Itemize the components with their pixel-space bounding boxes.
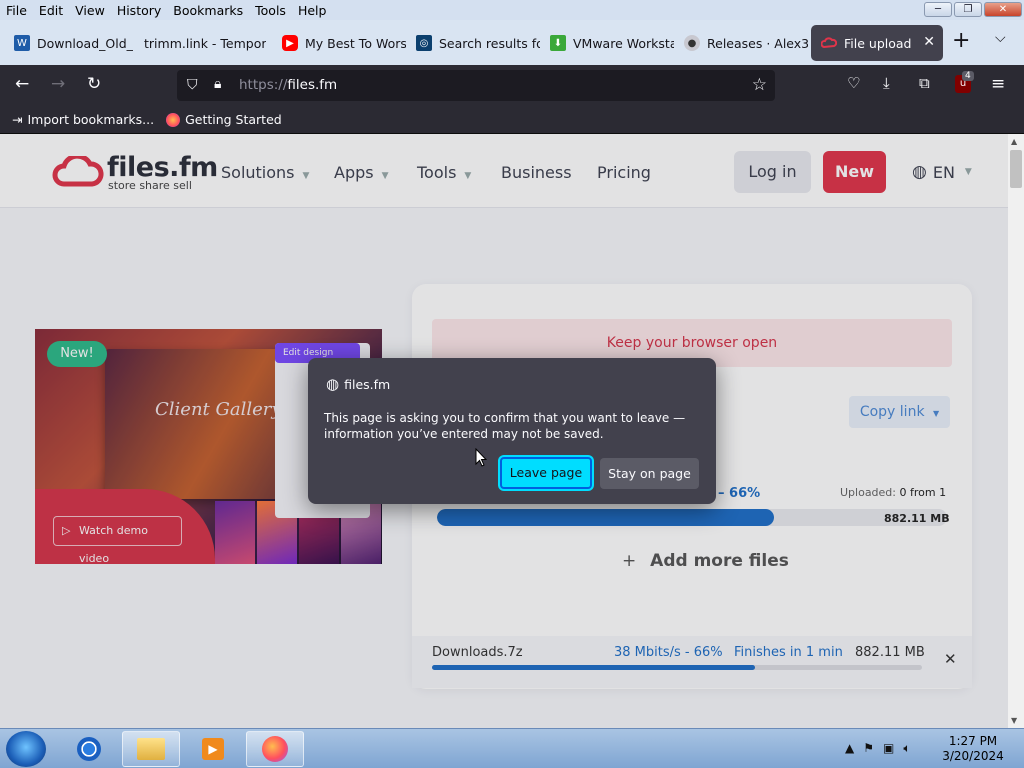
- stay-on-page-button[interactable]: Stay on page: [600, 458, 699, 489]
- url-bar[interactable]: ⛉ 🔒︎ https://files.fm ☆: [177, 70, 775, 101]
- bookmarks-toolbar: ⇥ Import bookmarks... Getting Started: [0, 106, 1024, 134]
- restore-button[interactable]: ❐: [954, 2, 982, 17]
- tab-search-results[interactable]: ◎ Search results for: [406, 25, 540, 61]
- forward-arrow-icon[interactable]: →: [51, 74, 65, 94]
- leave-page-dialog: ◍ files.fm This page is asking you to co…: [308, 358, 716, 504]
- menu-bar: File Edit View History Bookmarks Tools H…: [0, 0, 1024, 20]
- start-button-icon[interactable]: [6, 731, 46, 767]
- flag-icon[interactable]: ⚑: [863, 741, 874, 756]
- menu-history[interactable]: History: [111, 3, 167, 18]
- taskbar-media-player[interactable]: ▶: [184, 731, 242, 767]
- files-fm-cloud-icon: [821, 37, 837, 49]
- show-hidden-icons-icon[interactable]: ▲: [845, 741, 854, 756]
- taskbar-explorer[interactable]: [122, 731, 180, 767]
- close-tab-icon[interactable]: ✕: [923, 34, 935, 50]
- window-controls: ─ ❐ ✕: [924, 2, 1022, 17]
- network-icon[interactable]: ▣: [883, 741, 894, 756]
- tab-label: My Best To Worst: [305, 35, 406, 51]
- tab-file-upload[interactable]: File upload & ✕: [811, 25, 943, 61]
- word-doc-icon: W: [14, 35, 30, 51]
- mouse-cursor-icon: [475, 448, 487, 467]
- url-host: files.fm: [287, 77, 338, 93]
- clock-date: 3/20/2024: [942, 749, 1004, 763]
- windows-taskbar: ▶ ▲ ⚑ ▣ 🔈︎ 1:27 PM 3/20/2024: [0, 728, 1024, 768]
- hamburger-menu-icon[interactable]: ≡: [991, 74, 1005, 94]
- taskbar-clock[interactable]: 1:27 PM 3/20/2024: [935, 734, 1011, 764]
- new-tab-button[interactable]: +: [952, 28, 970, 53]
- system-tray: ▲ ⚑ ▣ 🔈︎: [845, 741, 911, 756]
- shield-icon[interactable]: ⛉: [187, 77, 198, 93]
- folder-icon: [137, 738, 165, 760]
- url-prefix: https://: [239, 77, 288, 93]
- bookmark-import[interactable]: ⇥ Import bookmarks...: [12, 112, 154, 127]
- bookmark-star-icon[interactable]: ☆: [752, 75, 767, 95]
- media-player-icon: ▶: [202, 738, 224, 760]
- back-arrow-icon[interactable]: ←: [15, 74, 29, 94]
- lock-icon[interactable]: 🔒︎: [214, 76, 221, 92]
- github-icon: ●: [684, 35, 700, 51]
- scrollbar-thumb[interactable]: [1010, 150, 1022, 188]
- clock-time: 1:27 PM: [948, 734, 998, 748]
- pocket-icon[interactable]: ♡: [847, 74, 860, 92]
- youtube-icon: ▶: [282, 35, 298, 51]
- close-window-button[interactable]: ✕: [984, 2, 1022, 17]
- menu-help[interactable]: Help: [292, 3, 333, 18]
- downloads-icon[interactable]: ⤓: [883, 74, 890, 92]
- tab-label: VMware Workstat: [573, 35, 674, 51]
- navigation-toolbar: ← → ↻ ⛉ 🔒︎ https://files.fm ☆ ♡ ⤓ ⧉ u 4 …: [0, 65, 1024, 106]
- tab-label: trimm.link - Tempora: [144, 35, 266, 51]
- firefox-icon: [262, 736, 288, 762]
- tab-label: Download_Old_B: [37, 35, 134, 51]
- scroll-up-icon[interactable]: ▲: [1011, 137, 1017, 146]
- bookmark-getting-started[interactable]: Getting Started: [166, 112, 282, 127]
- menu-file[interactable]: File: [0, 3, 33, 18]
- minimize-button[interactable]: ─: [924, 2, 952, 17]
- tab-trimm-link[interactable]: trimm.link - Tempora: [134, 25, 266, 61]
- leave-page-button[interactable]: Leave page: [500, 457, 592, 489]
- import-icon: ⇥: [12, 112, 23, 127]
- globe-icon: ◍: [326, 375, 340, 393]
- tab-strip: W Download_Old_B trimm.link - Tempora ▶ …: [0, 20, 1024, 65]
- tab-youtube[interactable]: ▶ My Best To Worst: [272, 25, 406, 61]
- taskbar-chrome[interactable]: [60, 731, 118, 767]
- dialog-origin: ◍ files.fm: [326, 375, 390, 393]
- dialog-origin-label: files.fm: [344, 376, 391, 392]
- taskbar-firefox[interactable]: [246, 731, 304, 767]
- extension-badge: 4: [962, 71, 974, 81]
- extensions-icon[interactable]: ⧉: [919, 74, 930, 92]
- tab-vmware[interactable]: ⬇ VMware Workstat: [540, 25, 674, 61]
- scroll-down-icon[interactable]: ▼: [1011, 716, 1017, 725]
- menu-view[interactable]: View: [69, 3, 111, 18]
- list-all-tabs-chevron-icon[interactable]: ⌵: [995, 30, 1006, 46]
- menu-tools[interactable]: Tools: [249, 3, 292, 18]
- tab-label: Search results for: [439, 35, 540, 51]
- bookmark-label: Import bookmarks...: [27, 112, 155, 127]
- search-site-icon: ◎: [416, 35, 432, 51]
- firefox-icon: [166, 112, 181, 127]
- dialog-message: This page is asking you to confirm that …: [324, 411, 686, 441]
- url-text: https://files.fm: [239, 77, 337, 93]
- vertical-scrollbar[interactable]: ▲ ▼: [1008, 134, 1024, 728]
- menu-edit[interactable]: Edit: [33, 3, 69, 18]
- reload-icon[interactable]: ↻: [87, 74, 101, 94]
- chromium-icon: [77, 737, 101, 761]
- bookmark-label: Getting Started: [185, 112, 282, 127]
- tab-label: Releases · Alex313: [707, 35, 808, 51]
- tab-download-old[interactable]: W Download_Old_B: [4, 25, 134, 61]
- tab-label: File upload &: [844, 35, 915, 51]
- tab-releases[interactable]: ● Releases · Alex313: [674, 25, 808, 61]
- download-green-icon: ⬇: [550, 35, 566, 51]
- volume-muted-icon[interactable]: 🔈︎: [903, 741, 910, 756]
- menu-bookmarks[interactable]: Bookmarks: [167, 3, 249, 18]
